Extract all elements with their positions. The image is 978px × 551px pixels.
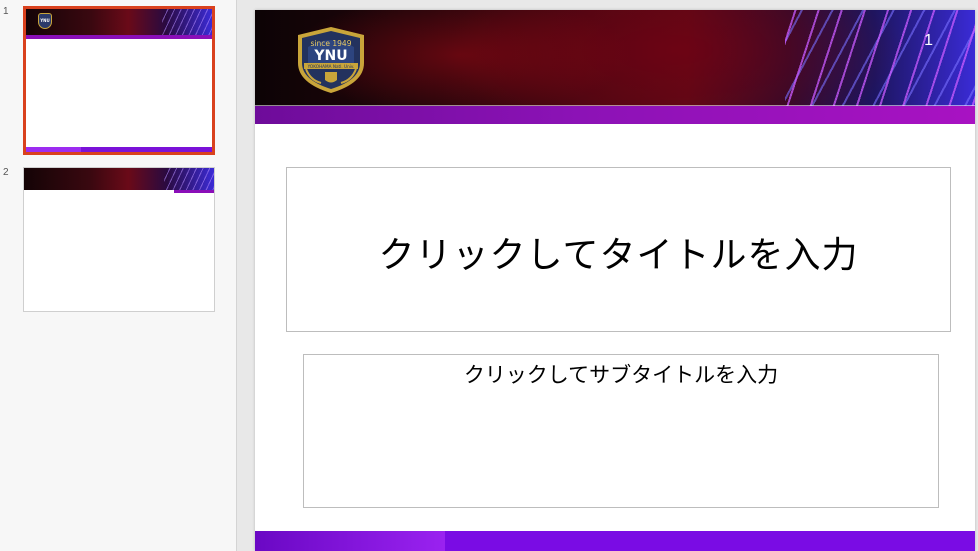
logo-caption-text: YOKOHAMA Natl. Univ. xyxy=(307,64,355,69)
decorative-stripes xyxy=(785,10,975,106)
slide-number: 1 xyxy=(924,32,933,49)
slide-thumbnail-2[interactable] xyxy=(23,167,215,312)
subtitle-placeholder-text: クリックしてサブタイトルを入力 xyxy=(463,363,779,387)
slide-thumbnail-panel: 1 YNU 2 xyxy=(0,0,237,551)
thumbnail-number-2: 2 xyxy=(3,167,9,178)
thumbnail-header: YNU xyxy=(26,9,212,35)
thumbnail-header xyxy=(24,168,214,190)
slide-thumbnail-1[interactable]: YNU xyxy=(23,6,215,155)
title-placeholder[interactable]: クリックしてタイトルを入力 xyxy=(286,167,951,332)
title-placeholder-text: クリックしてタイトルを入力 xyxy=(378,235,859,276)
subtitle-placeholder[interactable]: クリックしてサブタイトルを入力 xyxy=(303,354,939,508)
ynu-logo-icon: since 1949 YNU YOKOHAMA Natl. Univ. xyxy=(298,27,364,93)
slide-header-banner: since 1949 YNU YOKOHAMA Natl. Univ. 1 xyxy=(255,10,975,106)
thumbnail-number-1: 1 xyxy=(3,6,9,17)
logo-since-text: since 1949 xyxy=(311,39,352,48)
slide-canvas: since 1949 YNU YOKOHAMA Natl. Univ. 1 クリ… xyxy=(255,10,975,551)
slide-footer-bar xyxy=(255,531,975,551)
logo-ynu-text: YNU xyxy=(313,48,347,64)
header-purple-bar xyxy=(255,106,975,124)
ynu-logo-icon: YNU xyxy=(38,13,52,29)
